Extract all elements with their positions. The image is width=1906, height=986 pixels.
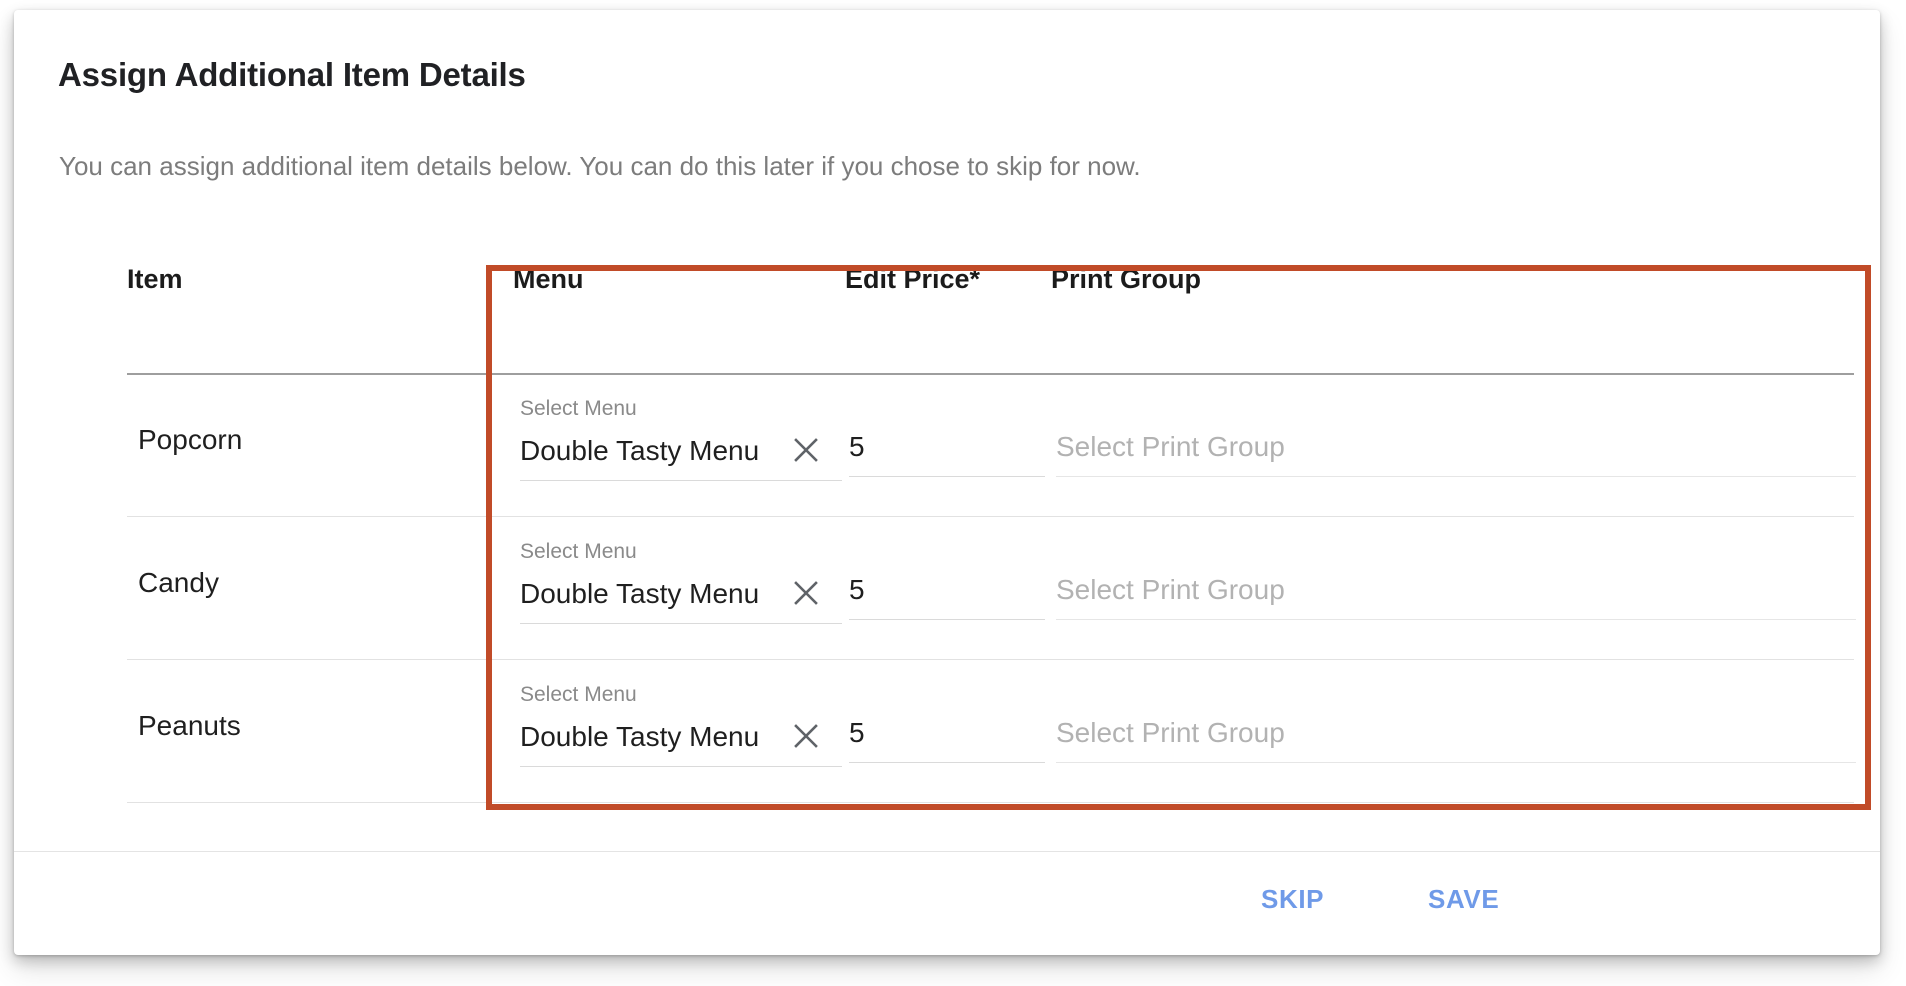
price-input-control[interactable]: 5 [849,429,1045,477]
column-header-item: Item [127,264,183,294]
print-group-select-field[interactable]: Select Print Group [1056,572,1856,620]
cell-item: Peanuts [127,660,497,802]
print-group-select-control[interactable]: Select Print Group [1056,715,1856,763]
table-header-row: Item Menu Edit Price* Print Group [127,238,1854,375]
menu-field-label: Select Menu [520,540,637,563]
skip-button[interactable]: SKIP [1247,876,1338,923]
cell-print-group: Select Print Group [1051,517,1856,659]
print-group-select-control[interactable]: Select Print Group [1056,572,1856,620]
price-input-field[interactable]: 5 [849,715,1045,763]
table-row: Popcorn Select Menu Double Tasty Menu 5 … [127,374,1856,517]
menu-field-label: Select Menu [520,683,637,706]
menu-select-control[interactable]: Double Tasty Menu [520,576,842,624]
dialog-footer: SKIP SAVE [14,852,1880,955]
menu-selected-value: Double Tasty Menu [520,721,760,752]
cell-menu: Select Menu Double Tasty Menu [513,660,843,802]
cell-edit-price: 5 [845,660,1045,802]
column-header-edit-price: Edit Price* [845,264,981,294]
price-input-control[interactable]: 5 [849,572,1045,620]
item-name: Candy [138,567,219,598]
cell-edit-price: 5 [845,374,1045,516]
item-details-table: Item Menu Edit Price* Print Group Popcor… [14,10,1880,955]
print-group-placeholder: Select Print Group [1056,717,1285,748]
close-icon[interactable] [792,579,820,607]
column-header-print-group: Print Group [1051,264,1201,294]
column-header-menu: Menu [513,264,584,294]
cell-item: Candy [127,517,497,659]
save-button[interactable]: SAVE [1414,876,1513,923]
menu-select-field[interactable]: Select Menu Double Tasty Menu [520,539,842,624]
menu-selected-value: Double Tasty Menu [520,578,760,609]
price-input-field[interactable]: 5 [849,572,1045,620]
menu-select-field[interactable]: Select Menu Double Tasty Menu [520,396,842,481]
cell-item: Popcorn [127,374,497,516]
menu-selected-value: Double Tasty Menu [520,435,760,466]
cell-print-group: Select Print Group [1051,660,1856,802]
cell-menu: Select Menu Double Tasty Menu [513,374,843,516]
print-group-select-field[interactable]: Select Print Group [1056,429,1856,477]
menu-select-control[interactable]: Double Tasty Menu [520,433,842,481]
menu-select-field[interactable]: Select Menu Double Tasty Menu [520,682,842,767]
close-icon[interactable] [792,722,820,750]
price-input-control[interactable]: 5 [849,715,1045,763]
assign-item-details-dialog: Assign Additional Item Details You can a… [14,10,1880,955]
price-input-field[interactable]: 5 [849,429,1045,477]
cell-print-group: Select Print Group [1051,374,1856,516]
print-group-select-field[interactable]: Select Print Group [1056,715,1856,763]
price-value: 5 [849,574,865,605]
price-value: 5 [849,431,865,462]
menu-select-control[interactable]: Double Tasty Menu [520,719,842,767]
table-row: Candy Select Menu Double Tasty Menu 5 Se… [127,517,1856,660]
item-name: Peanuts [138,710,241,741]
item-name: Popcorn [138,424,243,455]
cell-menu: Select Menu Double Tasty Menu [513,517,843,659]
print-group-select-control[interactable]: Select Print Group [1056,429,1856,477]
print-group-placeholder: Select Print Group [1056,431,1285,462]
price-value: 5 [849,717,865,748]
print-group-placeholder: Select Print Group [1056,574,1285,605]
menu-field-label: Select Menu [520,397,637,420]
table-row: Peanuts Select Menu Double Tasty Menu 5 … [127,660,1856,803]
cell-edit-price: 5 [845,517,1045,659]
close-icon[interactable] [792,436,820,464]
